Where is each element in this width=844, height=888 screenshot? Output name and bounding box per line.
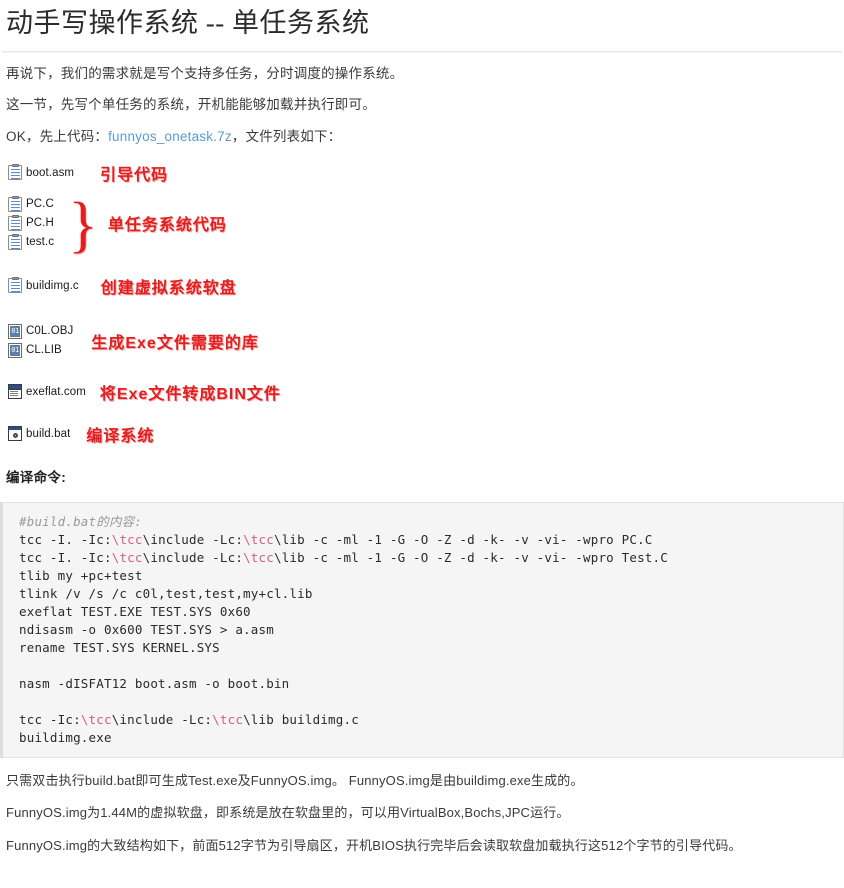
footer-paragraph-1: 只需双击执行build.bat即可生成Test.exe及FunnyOS.img。… [6,772,584,788]
file-name: CL.LIB [26,344,62,357]
section-heading-compile-commands: 编译命令: [6,469,66,485]
intro-paragraph-1: 再说下，我们的需求就是写个支持多任务，分时调度的操作系统。 [6,66,404,82]
file-names: exeflat.com [8,382,86,401]
file-name: boot.asm [26,166,75,179]
binary-icon [8,323,22,339]
file-names: PC.C PC.H test.c [8,195,54,252]
intro-paragraph-3: OK，先上代码：funnyos_onetask.7z，文件列表如下： [0,116,844,147]
file-group-libraries: C0L.OBJ CL.LIB 生成Exe文件需要的库 [8,322,844,360]
document-icon [8,195,22,212]
binary-icon [8,342,22,358]
annotation-label: 生成Exe文件需要的库 [91,334,259,352]
file-name: build.bat [26,427,71,440]
file-group-source: PC.C PC.H test.c } 单任务系统代码 [8,194,844,256]
document-icon [8,233,22,250]
file-name: PC.C [26,198,54,211]
download-link[interactable]: funnyos_onetask.7z [108,129,232,144]
batch-file-icon [8,426,22,442]
code-line: tlib my +pc+test [19,567,143,583]
file-names: build.bat [8,424,70,443]
code-comment-line: #build.bat的内容: [19,513,143,529]
annotation-label: 编译系统 [86,427,155,445]
file-group-exeflat: exeflat.com 将Exe文件转成BIN文件 [8,380,844,404]
list-item[interactable]: C0L.OBJ [8,322,73,341]
annotation-label: 创建虚拟系统软盘 [100,279,237,297]
list-item[interactable]: build.bat [8,424,70,443]
file-names: buildimg.c [8,276,79,295]
annotation-label: 单任务系统代码 [107,217,227,235]
file-group-buildbat: build.bat 编译系统 [8,422,844,446]
intro-paragraph-2: 这一节，先写个单任务的系统，开机能能够加载并执行即可。 [6,97,376,113]
file-name: exeflat.com [26,385,86,398]
file-name: buildimg.c [26,279,79,292]
list-item[interactable]: exeflat.com [8,382,86,401]
list-item[interactable]: PC.H [8,214,54,233]
file-name: C0L.OBJ [26,325,74,338]
code-line: nasm -dISFAT12 boot.asm -o boot.bin [19,675,290,691]
dos-application-icon [8,384,22,400]
file-name: test.c [26,236,55,249]
article-page: 动手写操作系统 -- 单任务系统 再说下，我们的需求就是写个支持多任务，分时调度… [0,0,844,855]
file-group-buildimg: buildimg.c 创建虚拟系统软盘 [8,274,844,298]
file-name: PC.H [26,217,54,230]
list-item[interactable]: CL.LIB [8,341,73,360]
intro-text-before: OK，先上代码： [6,128,109,144]
code-line: rename TEST.SYS KERNEL.SYS [19,639,220,655]
file-group-boot: boot.asm 引导代码 [8,161,844,185]
file-names: C0L.OBJ CL.LIB [8,322,73,360]
code-line: ndisasm -o 0x600 TEST.SYS > a.asm [19,621,274,637]
code-block: #build.bat的内容: tcc -I. -Ic:\tcc\include … [0,501,844,758]
page-title: 动手写操作系统 -- 单任务系统 [6,8,370,38]
footer-paragraph-3: FunnyOS.img的大致结构如下，前面512字节为引导扇区，开机BIOS执行… [6,837,742,853]
footer-paragraph-2: FunnyOS.img为1.44M的虚拟软盘，即系统是放在软盘里的，可以用Vir… [6,805,570,821]
code-line: exeflat TEST.EXE TEST.SYS 0x60 [19,603,251,619]
file-list: boot.asm 引导代码 PC.C PC.H test.c} 单任务系统代码… [0,147,844,446]
file-names: boot.asm [8,163,74,182]
code-line: buildimg.exe [19,729,112,745]
annotation-label: 引导代码 [100,166,169,184]
document-icon [8,214,22,231]
list-item[interactable]: PC.C [8,195,54,214]
list-item[interactable]: test.c [8,233,54,252]
document-icon [8,164,22,181]
list-item[interactable]: buildimg.c [8,276,79,295]
code-line: tcc -I. -Ic:\tcc\include -Lc:\tcc\lib -c… [19,549,668,565]
annotation-label: 将Exe文件转成BIN文件 [99,385,281,403]
list-item[interactable]: boot.asm [8,163,74,182]
code-content[interactable]: #build.bat的内容: tcc -I. -Ic:\tcc\include … [19,513,843,747]
code-line: tcc -Ic:\tcc\include -Lc:\tcc\lib buildi… [19,711,359,727]
document-icon [8,277,22,294]
intro-text-after: ，文件列表如下： [231,128,342,144]
code-line: tlink /v /s /c c0l,test,test,my+cl.lib [19,585,313,601]
code-line: tcc -I. -Ic:\tcc\include -Lc:\tcc\lib -c… [19,531,653,547]
